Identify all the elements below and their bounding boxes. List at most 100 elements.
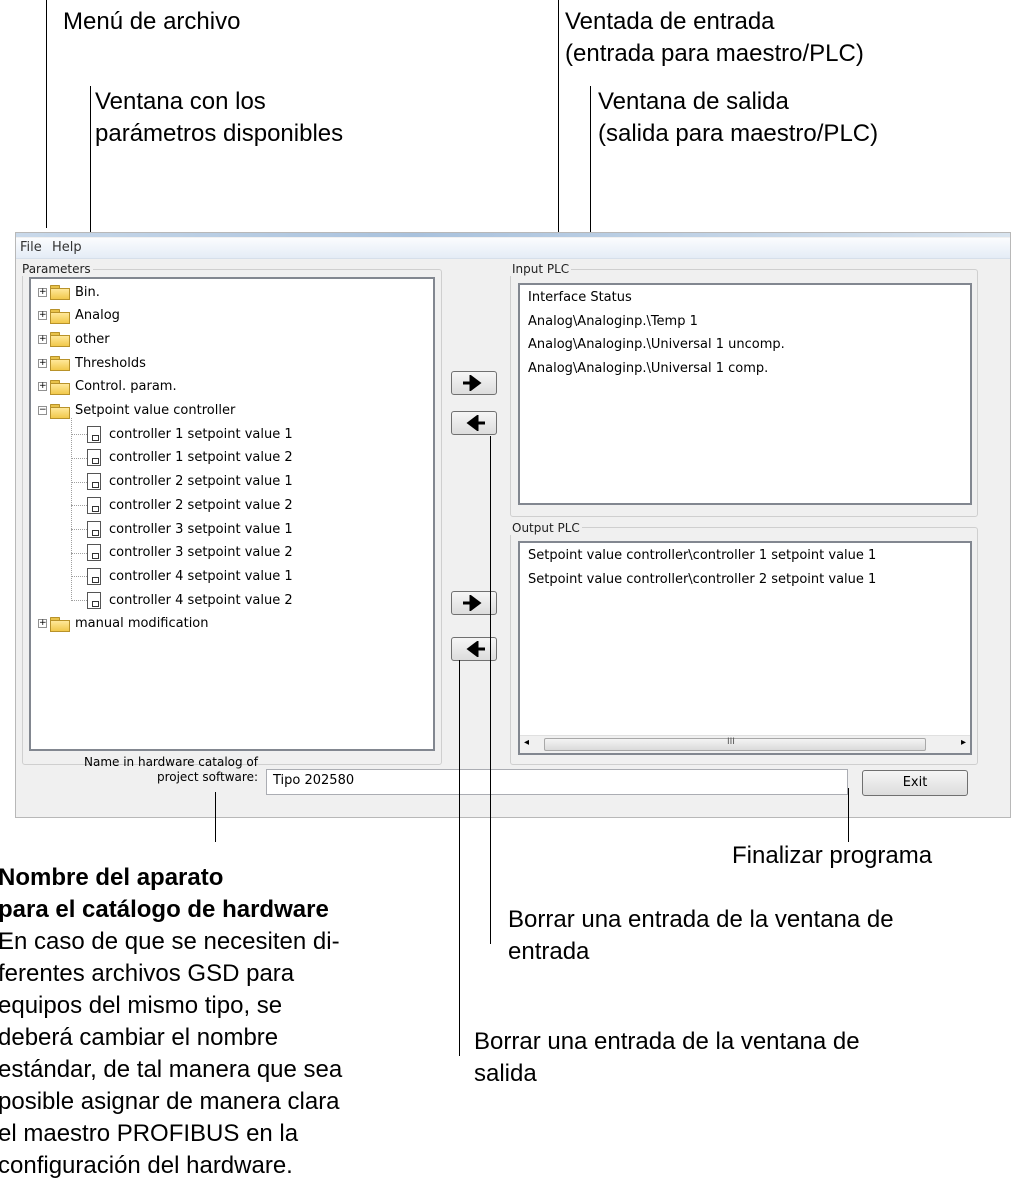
hardware-catalog-label: Name in hardware catalog of project soft… — [36, 755, 258, 785]
tree-item[interactable]: controller 3 setpoint value 1 — [87, 518, 293, 540]
scroll-right-icon[interactable]: ▸ — [961, 737, 966, 748]
expand-icon[interactable]: + — [38, 311, 47, 321]
document-icon — [87, 544, 101, 562]
menu-bar: File Help — [16, 238, 1010, 259]
annotation-delete-input: Borrar una entrada de la ventana de entr… — [508, 904, 894, 968]
annotation-input-window: Ventada de entrada (entrada para maestro… — [565, 6, 864, 70]
exit-button[interactable]: Exit — [862, 770, 968, 796]
collapse-icon[interactable]: − — [38, 406, 47, 415]
annotation-input-line1: Ventada de entrada — [565, 8, 775, 35]
expand-icon[interactable]: + — [38, 287, 47, 297]
tree-connector — [71, 457, 87, 459]
annotation-input-line2: (entrada para maestro/PLC) — [565, 40, 864, 67]
tree-folder[interactable]: + other — [38, 328, 110, 350]
folder-icon — [50, 379, 70, 395]
annotation-file-menu: Menú de archivo — [63, 8, 241, 35]
remove-from-input-button[interactable] — [451, 411, 497, 435]
tree-item[interactable]: controller 2 setpoint value 1 — [87, 471, 293, 493]
list-item[interactable]: Interface Status — [528, 290, 632, 305]
tree-connector — [71, 529, 87, 530]
annotation-device-name-body: En caso de que se necesiten di-ferentes … — [0, 926, 438, 1182]
pointer-line-input-window — [558, 0, 559, 270]
annotation-device-body-line: deberá cambiar el nombre — [0, 1024, 279, 1051]
document-icon — [87, 496, 101, 514]
document-icon — [87, 449, 101, 467]
window-title-bar — [16, 233, 1010, 237]
tree-folder[interactable]: + Analog — [38, 305, 120, 327]
list-item[interactable]: Analog\Analoginp.\Temp 1 — [528, 314, 698, 329]
annotation-device-body-line: el maestro PROFIBUS en la — [0, 1120, 299, 1147]
expand-icon[interactable]: + — [38, 619, 47, 629]
tree-folder[interactable]: + Thresholds — [38, 352, 146, 374]
expand-icon[interactable]: + — [38, 358, 47, 368]
tree-item[interactable]: controller 4 setpoint value 2 — [87, 589, 293, 611]
hardware-catalog-name-input[interactable]: Tipo 202580 — [266, 769, 848, 795]
tree-connector — [71, 505, 87, 507]
arrow-left-icon — [466, 641, 485, 657]
tree-folder[interactable]: + Control. param. — [38, 376, 177, 398]
output-plc-list[interactable]: Setpoint value controller\controller 1 s… — [518, 541, 972, 755]
list-item[interactable]: Setpoint value controller\controller 1 s… — [528, 548, 876, 563]
annotation-params-window: Ventana con los parámetros disponibles — [95, 86, 343, 150]
arrow-right-icon — [463, 375, 482, 391]
tree-item[interactable]: controller 2 setpoint value 2 — [87, 494, 293, 516]
document-icon — [87, 473, 101, 491]
tree-label: controller 4 setpoint value 1 — [109, 568, 293, 584]
tree-connector — [71, 552, 87, 554]
annotation-output-line2: (salida para maestro/PLC) — [598, 120, 879, 147]
annotation-delete-output-line1: Borrar una entrada de la ventana de — [474, 1028, 860, 1055]
annotation-exit-program: Finalizar programa — [732, 842, 933, 869]
annotation-output-window: Ventana de salida (salida para maestro/P… — [598, 86, 878, 150]
annotation-device-body-line: En caso de que se necesiten di- — [0, 928, 340, 955]
tree-connector — [71, 600, 87, 602]
list-item[interactable]: Analog\Analoginp.\Universal 1 uncomp. — [528, 337, 785, 352]
tree-label: Analog — [75, 308, 120, 324]
list-item[interactable]: Setpoint value controller\controller 2 s… — [528, 572, 876, 587]
folder-icon — [50, 285, 70, 300]
list-item[interactable]: Analog\Analoginp.\Universal 1 comp. — [528, 361, 768, 376]
arrow-left-icon — [466, 415, 485, 431]
hardware-catalog-label-line2: project software: — [156, 770, 258, 784]
annotation-delete-input-line2: entrada — [508, 938, 590, 965]
tree-label: controller 3 setpoint value 2 — [109, 545, 293, 561]
gsd-editor-window: File Help Parameters + Bin. + Analog + other +… — [15, 232, 1011, 818]
parameters-tree[interactable]: + Bin. + Analog + other + Thresholds + Control. p… — [29, 277, 435, 751]
tree-item[interactable]: controller 1 setpoint value 2 — [87, 447, 293, 469]
folder-icon — [50, 356, 70, 372]
input-plc-list[interactable]: Interface Status Analog\Analoginp.\Temp 1… — [518, 283, 972, 505]
horizontal-scrollbar[interactable]: ◂ III ▸ — [520, 735, 970, 753]
tree-folder[interactable]: + Bin. — [38, 281, 100, 303]
menu-help[interactable]: Help — [52, 240, 82, 255]
folder-icon — [50, 616, 70, 632]
menu-file[interactable]: File — [20, 240, 42, 255]
tree-label: controller 1 setpoint value 1 — [109, 426, 293, 442]
document-icon — [87, 520, 101, 538]
tree-item[interactable]: controller 4 setpoint value 1 — [87, 565, 293, 587]
folder-icon — [50, 403, 70, 419]
tree-label: other — [75, 331, 110, 347]
scroll-left-icon[interactable]: ◂ — [524, 737, 529, 748]
tree-connector-vertical — [71, 417, 72, 602]
tree-label: controller 2 setpoint value 1 — [109, 474, 293, 490]
expand-icon[interactable]: + — [38, 334, 47, 344]
expand-icon[interactable]: + — [38, 382, 47, 392]
add-to-input-button[interactable] — [451, 371, 497, 395]
output-plc-group-title: Output PLC — [510, 521, 582, 535]
tree-label: Setpoint value controller — [75, 403, 236, 418]
hardware-catalog-label-line1: Name in hardware catalog of — [84, 755, 258, 769]
folder-icon — [50, 332, 70, 348]
annotation-device-body-line: configuración del hardware. — [0, 1152, 293, 1179]
tree-label: Bin. — [75, 284, 100, 300]
pointer-line-device-name — [215, 792, 216, 842]
tree-item[interactable]: controller 1 setpoint value 1 — [87, 423, 293, 445]
tree-item[interactable]: controller 3 setpoint value 2 — [87, 542, 293, 564]
scrollbar-thumb[interactable]: III — [544, 737, 926, 751]
document-icon — [87, 425, 101, 443]
tree-label: Control. param. — [75, 379, 177, 395]
tree-folder[interactable]: + manual modification — [38, 613, 209, 635]
annotation-device-title-line1: Nombre del aparato — [0, 864, 224, 891]
tree-folder[interactable]: − Setpoint value controller — [38, 400, 235, 422]
pointer-line-exit — [848, 788, 849, 842]
annotation-device-body-line: posible asignar de manera clara — [0, 1088, 340, 1115]
pointer-line-delete-input — [490, 436, 491, 944]
